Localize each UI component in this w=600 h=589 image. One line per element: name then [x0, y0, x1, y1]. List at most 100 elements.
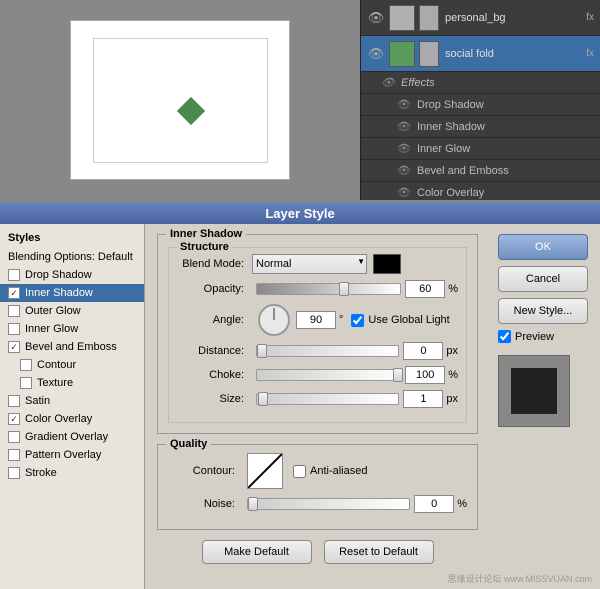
color-overlay-checkbox[interactable] — [8, 413, 20, 425]
layer-thumbnail — [389, 41, 415, 67]
use-global-light-checkbox[interactable] — [351, 314, 364, 327]
preview-label[interactable]: Preview — [498, 330, 592, 343]
blend-mode-select[interactable]: Normal Multiply Screen — [252, 254, 367, 274]
choke-unit: % — [448, 369, 458, 381]
angle-dial[interactable] — [258, 304, 290, 336]
distance-input[interactable] — [403, 342, 443, 360]
noise-slider-thumb[interactable] — [248, 497, 258, 511]
choke-slider-thumb[interactable] — [393, 368, 403, 382]
dialog-title: Layer Style — [265, 206, 334, 221]
anti-aliased-label[interactable]: Anti-aliased — [293, 465, 367, 478]
style-item-pattern-overlay[interactable]: Pattern Overlay — [0, 446, 144, 464]
use-global-light-label[interactable]: Use Global Light — [351, 314, 449, 327]
gradient-overlay-checkbox[interactable] — [8, 431, 20, 443]
texture-checkbox[interactable] — [20, 377, 32, 389]
bottom-buttons: Make Default Reset to Default — [157, 540, 478, 564]
eye-icon[interactable]: 👁 — [367, 9, 385, 27]
effect-row-inner-glow[interactable]: 👁 Inner Glow — [361, 138, 600, 160]
style-item-contour[interactable]: Contour — [0, 356, 144, 374]
outer-glow-checkbox[interactable] — [8, 305, 20, 317]
choke-slider[interactable] — [256, 369, 401, 381]
distance-slider-thumb[interactable] — [257, 344, 267, 358]
contour-checkbox[interactable] — [20, 359, 32, 371]
effect-name: Color Overlay — [417, 187, 484, 199]
bevel-emboss-label: Bevel and Emboss — [25, 341, 117, 353]
distance-slider[interactable] — [256, 345, 399, 357]
size-slider[interactable] — [256, 393, 399, 405]
size-unit: px — [446, 393, 458, 405]
drop-shadow-checkbox[interactable] — [8, 269, 20, 281]
size-input[interactable] — [403, 390, 443, 408]
make-default-button[interactable]: Make Default — [202, 540, 312, 564]
effect-eye-icon[interactable]: 👁 — [397, 120, 411, 133]
distance-unit: px — [446, 345, 458, 357]
reset-to-default-button[interactable]: Reset to Default — [324, 540, 434, 564]
style-item-stroke[interactable]: Stroke — [0, 464, 144, 482]
styles-panel: Styles Blending Options: Default Drop Sh… — [0, 224, 145, 589]
noise-slider[interactable] — [247, 498, 410, 510]
opacity-slider[interactable] — [256, 283, 401, 295]
inner-glow-label: Inner Glow — [25, 323, 78, 335]
contour-row: Contour: Anti-aliased — [168, 453, 467, 489]
cancel-button[interactable]: Cancel — [498, 266, 588, 292]
effect-name: Bevel and Emboss — [417, 165, 509, 177]
noise-label: Noise: — [168, 498, 243, 510]
style-item-gradient-overlay[interactable]: Gradient Overlay — [0, 428, 144, 446]
layer-row[interactable]: 👁 personal_bg fx — [361, 0, 600, 36]
inner-shadow-label: Inner Shadow — [25, 287, 93, 299]
blend-color-swatch[interactable] — [373, 254, 401, 274]
style-item-color-overlay[interactable]: Color Overlay — [0, 410, 144, 428]
anti-aliased-checkbox[interactable] — [293, 465, 306, 478]
angle-input[interactable] — [296, 311, 336, 329]
effect-eye-icon[interactable]: 👁 — [397, 164, 411, 177]
fx-badge: fx — [586, 48, 594, 59]
layer-name: social fold — [445, 48, 582, 60]
preview-checkbox[interactable] — [498, 330, 511, 343]
style-item-bevel-emboss[interactable]: Bevel and Emboss — [0, 338, 144, 356]
layer-row-selected[interactable]: 👁 social fold fx — [361, 36, 600, 72]
inner-glow-checkbox[interactable] — [8, 323, 20, 335]
style-item-blending[interactable]: Blending Options: Default — [0, 248, 144, 266]
style-item-satin[interactable]: Satin — [0, 392, 144, 410]
outer-glow-label: Outer Glow — [25, 305, 81, 317]
style-item-outer-glow[interactable]: Outer Glow — [0, 302, 144, 320]
style-item-drop-shadow[interactable]: Drop Shadow — [0, 266, 144, 284]
effect-eye-icon[interactable]: 👁 — [397, 98, 411, 111]
effect-row-bevel-emboss[interactable]: 👁 Bevel and Emboss — [361, 160, 600, 182]
opacity-slider-thumb[interactable] — [339, 282, 349, 296]
canvas-area — [0, 0, 360, 200]
layer-thumbnail — [389, 5, 415, 31]
pattern-overlay-checkbox[interactable] — [8, 449, 20, 461]
bevel-emboss-checkbox[interactable] — [8, 341, 20, 353]
style-item-texture[interactable]: Texture — [0, 374, 144, 392]
noise-row: Noise: % — [168, 495, 467, 513]
effect-row-drop-shadow[interactable]: 👁 Drop Shadow — [361, 94, 600, 116]
satin-checkbox[interactable] — [8, 395, 20, 407]
style-item-inner-shadow[interactable]: Inner Shadow — [0, 284, 144, 302]
effect-row-color-overlay[interactable]: 👁 Color Overlay — [361, 182, 600, 200]
anti-aliased-text: Anti-aliased — [310, 465, 367, 477]
stroke-checkbox[interactable] — [8, 467, 20, 479]
effect-eye-icon[interactable]: 👁 — [397, 186, 411, 199]
fx-badge: fx — [586, 12, 594, 23]
noise-input[interactable] — [414, 495, 454, 513]
blend-mode-select-wrapper[interactable]: Normal Multiply Screen — [252, 254, 367, 274]
effect-name: Inner Shadow — [417, 121, 485, 133]
structure-subsection: Structure Blend Mode: Normal Multiply Sc… — [168, 247, 467, 423]
distance-label: Distance: — [177, 345, 252, 357]
ok-button[interactable]: OK — [498, 234, 588, 260]
size-slider-thumb[interactable] — [258, 392, 268, 406]
contour-form-label: Contour: — [168, 465, 243, 477]
contour-thumbnail[interactable] — [247, 453, 283, 489]
style-item-inner-glow[interactable]: Inner Glow — [0, 320, 144, 338]
choke-input[interactable] — [405, 366, 445, 384]
opacity-input[interactable] — [405, 280, 445, 298]
eye-icon[interactable]: 👁 — [367, 45, 385, 63]
effect-eye-icon[interactable]: 👁 — [397, 142, 411, 155]
effects-eye-icon[interactable]: 👁 — [381, 76, 395, 89]
effect-row-inner-shadow[interactable]: 👁 Inner Shadow — [361, 116, 600, 138]
top-panel: 👁 personal_bg fx 👁 social fold fx 👁 Effe… — [0, 0, 600, 200]
new-style-button[interactable]: New Style... — [498, 298, 588, 324]
inner-shadow-checkbox[interactable] — [8, 287, 20, 299]
stroke-label: Stroke — [25, 467, 57, 479]
